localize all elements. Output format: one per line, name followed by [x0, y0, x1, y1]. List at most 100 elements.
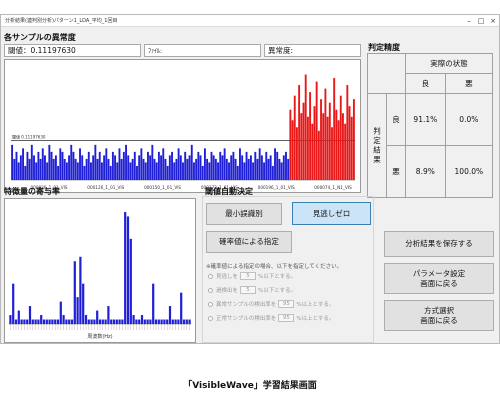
feature-contribution-bar — [48, 319, 51, 324]
feature-contribution-bar — [110, 319, 113, 324]
figure-caption: 「VisibleWave」学習結果画面 — [183, 381, 317, 391]
option-row-over[interactable]: 過検出を 5 %以下とする。 — [208, 286, 296, 294]
option-over-value[interactable]: 5 — [240, 286, 257, 294]
normal-sample-bar — [201, 165, 204, 180]
normal-sample-bar — [217, 162, 219, 180]
normal-sample-bar — [70, 144, 73, 180]
normal-sample-bar — [234, 158, 237, 180]
anomaly-sample-bar — [339, 95, 342, 180]
feature-contribution-bar — [140, 315, 144, 324]
normal-sample-bar — [63, 158, 66, 180]
normal-sample-bar — [96, 158, 99, 180]
normal-sample-bar — [125, 144, 127, 180]
miss-zero-button[interactable]: 見逃しゼロ — [292, 202, 371, 225]
normal-sample-bar — [83, 165, 86, 180]
normal-sample-bar — [195, 158, 198, 180]
feature-contribution-bar — [68, 319, 71, 324]
anomaly-sample-bar — [326, 116, 329, 180]
feature-contribution-bar — [87, 319, 90, 324]
option-row-normal-rate[interactable]: 正常サンプルの検出率を 95 %以上とする。 — [208, 314, 334, 322]
normal-sample-bar — [94, 144, 97, 180]
normal-sample-bar — [138, 155, 141, 180]
normal-sample-bar — [193, 162, 195, 180]
normal-sample-bar — [107, 158, 110, 180]
normal-sample-bar — [149, 155, 152, 180]
normal-sample-bar — [129, 162, 132, 180]
normal-sample-bar — [57, 165, 60, 180]
close-icon[interactable]: × — [487, 16, 499, 26]
feature-contribution-bar — [115, 319, 118, 324]
feature-contribution-bar — [135, 319, 138, 324]
anomaly-sample-bar — [324, 88, 327, 180]
anomaly-sample-bar — [304, 74, 307, 180]
feature-contribution-bar — [129, 238, 132, 324]
normal-sample-bar — [103, 155, 106, 180]
probability-spec-button[interactable]: 確率値による指定 — [206, 231, 292, 253]
normal-sample-bar — [249, 155, 252, 180]
cell-bad-bad: 100.0% — [444, 145, 494, 198]
save-results-button[interactable]: 分析結果を保存する — [384, 231, 494, 257]
feature-contribution-bar — [160, 319, 163, 324]
normal-sample-bar — [11, 144, 14, 180]
normal-sample-bar — [90, 162, 92, 180]
feature-contribution-bar — [121, 319, 124, 324]
normal-sample-bar — [15, 151, 18, 180]
normal-sample-bar — [72, 151, 75, 180]
min-error-button[interactable]: 最小誤識別 — [206, 203, 282, 225]
method-select-button[interactable]: 方式選択 画面に戻る — [384, 300, 494, 331]
normal-sample-bar — [118, 148, 121, 180]
option-row-miss[interactable]: 見逃しを 5 %以下とする。 — [208, 272, 296, 280]
feature-contribution-bar — [104, 319, 107, 324]
radio-anomaly-rate[interactable] — [208, 301, 213, 307]
radio-miss[interactable] — [208, 273, 213, 279]
feature-contribution-bar — [188, 319, 191, 324]
normal-sample-bar — [54, 155, 57, 180]
parameter-settings-button[interactable]: パラメータ設定 画面に戻る — [384, 263, 494, 294]
normal-sample-bar — [30, 144, 33, 180]
method-select-line2: 画面に戻る — [420, 315, 458, 325]
feature-contribution-bar — [14, 319, 18, 324]
option-row-anomaly-rate[interactable]: 異常サンプルの検出率を 95 %以上とする。 — [208, 300, 334, 308]
normal-sample-bar — [142, 158, 145, 180]
option-miss-value[interactable]: 5 — [240, 272, 257, 280]
normal-sample-bar — [22, 148, 24, 180]
normal-sample-bar — [256, 158, 259, 180]
feature-contribution-bar — [37, 319, 40, 324]
normal-sample-bar — [65, 162, 68, 180]
normal-sample-bar — [160, 155, 163, 180]
option-anomaly-value[interactable]: 95 — [278, 300, 295, 308]
option-normal-value[interactable]: 95 — [278, 314, 295, 322]
normal-sample-bar — [24, 165, 27, 180]
anomaly-sample-bar — [342, 113, 344, 180]
anomaly-sample-bar — [306, 116, 309, 180]
feature-contribution-bar — [112, 319, 116, 324]
normal-sample-bar — [19, 155, 22, 180]
probability-note: ※確率値による指定の場合、以下を指定してください。 — [206, 264, 343, 270]
feature-contribution-bar — [45, 319, 48, 324]
radio-normal-rate[interactable] — [208, 315, 213, 321]
feature-contribution-bar — [96, 310, 99, 324]
row-bad: 悪 — [386, 145, 406, 198]
maximize-icon[interactable]: □ — [475, 16, 487, 26]
threshold-field: 閾値：0.11197630 — [4, 44, 141, 57]
feature-contribution-bar — [82, 283, 85, 324]
normal-sample-bar — [85, 158, 88, 180]
feature-contribution-bar — [76, 297, 79, 324]
normal-sample-bar — [258, 148, 261, 180]
features-chart: 周波数(Hz) — [9, 211, 191, 340]
normal-sample-bar — [225, 158, 228, 180]
minimize-icon[interactable]: – — [463, 16, 475, 26]
normal-sample-bar — [243, 162, 246, 180]
anomaly-sample-bar — [348, 106, 351, 180]
radio-over[interactable] — [208, 287, 213, 293]
normal-sample-bar — [265, 151, 268, 180]
feature-contribution-bar — [180, 292, 183, 324]
feature-contribution-bar — [143, 319, 146, 324]
normal-sample-bar — [186, 158, 189, 180]
feature-contribution-bar — [168, 306, 172, 324]
normal-sample-bar — [228, 162, 230, 180]
feature-contribution-bar — [51, 319, 54, 324]
normal-sample-bar — [81, 155, 84, 180]
normal-sample-bar — [166, 165, 169, 180]
normal-sample-bar — [116, 162, 119, 180]
